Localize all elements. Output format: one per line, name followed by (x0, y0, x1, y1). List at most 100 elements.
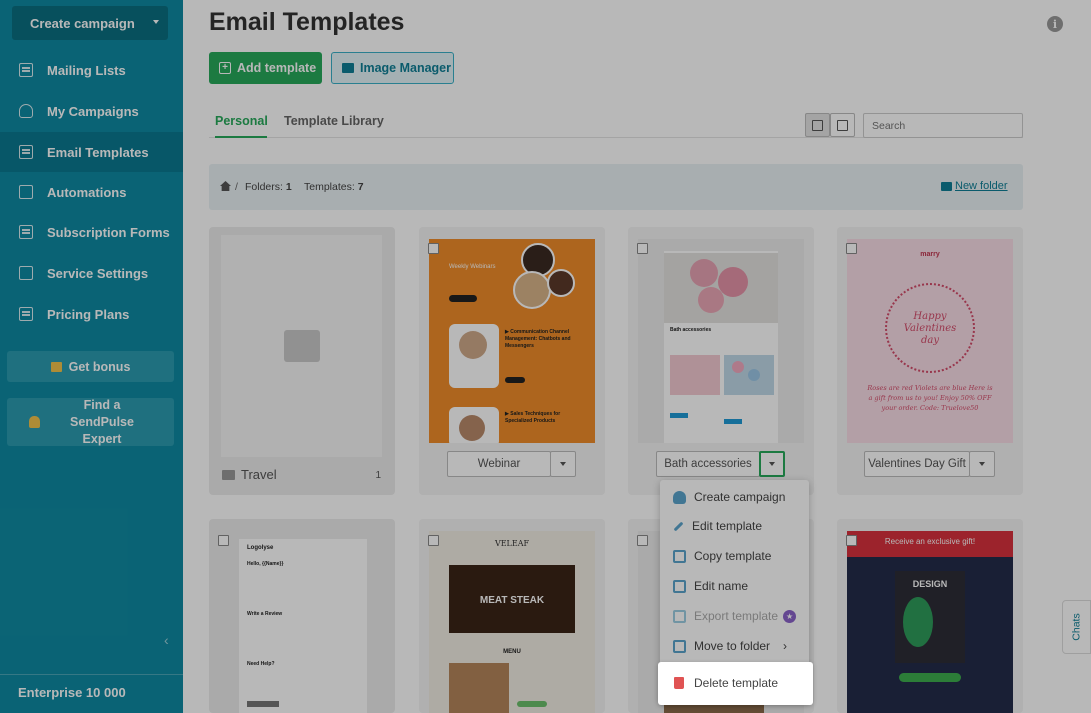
menu-item-label: Move to folder (694, 639, 771, 653)
tab-template-library[interactable]: Template Library (284, 114, 384, 128)
select-checkbox[interactable] (218, 535, 229, 546)
trash-icon (674, 677, 684, 689)
new-folder-icon (941, 181, 952, 191)
automation-icon (19, 185, 33, 199)
template-options-button[interactable] (969, 451, 995, 477)
sidebar-item-label: Service Settings (47, 265, 149, 281)
menu-item-label: Delete template (694, 676, 779, 690)
menu-item-move-to-folder[interactable]: Move to folder › (660, 631, 809, 661)
sidebar-divider (0, 674, 183, 675)
select-checkbox[interactable] (428, 243, 439, 254)
grid-icon (812, 119, 823, 131)
template-name-button[interactable]: Bath accessories (656, 451, 760, 477)
template-card-valentines: marry Happy Valentines day Roses are red… (837, 227, 1023, 495)
select-checkbox[interactable] (846, 535, 857, 546)
create-campaign-button[interactable]: Create campaign (12, 6, 168, 40)
template-options-button[interactable] (550, 451, 576, 477)
select-checkbox[interactable] (846, 243, 857, 254)
list-icon (837, 119, 848, 131)
add-template-button[interactable]: + Add template (209, 52, 322, 84)
preview-brand: marry (920, 251, 940, 258)
chats-label: Chats (1070, 613, 1083, 641)
folder-name: Travel (241, 467, 277, 482)
image-manager-label: Image Manager (360, 61, 452, 75)
pricing-icon (19, 307, 33, 321)
template-name-button[interactable]: Valentines Day Gift (864, 451, 970, 477)
get-bonus-label: Get bonus (68, 359, 131, 374)
menu-item-export-template[interactable]: Export template ★ (660, 601, 809, 631)
menu-item-edit-template[interactable]: Edit template (660, 511, 809, 541)
home-icon[interactable] (220, 181, 231, 191)
sidebar-item-pricing-plans[interactable]: Pricing Plans (0, 294, 183, 334)
template-card-bath-accessories: Bath accessories Bath accessories (628, 227, 814, 495)
sidebar-item-email-templates[interactable]: Email Templates (0, 132, 183, 172)
preview-heading: Hello, {{Name}} (247, 561, 284, 567)
new-folder-link[interactable]: New folder (941, 180, 1008, 192)
collapse-sidebar-icon[interactable]: ‹ (164, 632, 169, 648)
caret-down-icon (979, 462, 985, 466)
preview-heading: Receive an exclusive gift! (884, 537, 976, 546)
person-icon (29, 416, 40, 428)
preview-text: Roses are red Violets are blue Here is a… (867, 384, 993, 412)
list-view-button[interactable] (830, 113, 855, 137)
templates-count: Templates: 7 (304, 181, 364, 193)
sidebar-item-subscription-forms[interactable]: Subscription Forms (0, 212, 183, 252)
campaign-icon (19, 104, 33, 118)
sidebar-item-label: Subscription Forms (47, 224, 170, 240)
preview-text: Need Help? (247, 661, 275, 667)
sidebar-item-label: Email Templates (47, 144, 149, 160)
delete-template-row[interactable]: Delete template (658, 668, 807, 698)
mailing-list-icon (19, 63, 33, 77)
template-card-webinar: Weekly Webinars ▶ Communication Channel … (419, 227, 605, 495)
preview-text: DESIGN (912, 579, 948, 589)
folder-count: 1 (375, 470, 381, 481)
tab-personal[interactable]: Personal (215, 114, 268, 128)
sidebar-item-mailing-lists[interactable]: Mailing Lists (0, 50, 183, 90)
template-options-button[interactable] (759, 451, 785, 477)
sidebar-item-my-campaigns[interactable]: My Campaigns (0, 91, 183, 131)
template-preview[interactable]: Bath accessories (638, 239, 804, 443)
template-card-design: Receive an exclusive gift! DESIGN (837, 519, 1023, 713)
folder-icon (283, 330, 320, 362)
menu-item-edit-name[interactable]: Edit name (660, 571, 809, 601)
template-preview[interactable]: Logolyse Hello, {{Name}} Write a Review … (219, 531, 385, 713)
template-name-button[interactable]: Webinar (447, 451, 551, 477)
search-input[interactable] (863, 113, 1023, 138)
preview-heading: Weekly Webinars (449, 264, 496, 270)
premium-star-icon: ★ (783, 609, 797, 623)
select-checkbox[interactable] (637, 243, 648, 254)
menu-item-label: Copy template (694, 549, 772, 563)
folder-icon (342, 63, 354, 73)
template-preview[interactable]: Receive an exclusive gift! DESIGN (847, 531, 1013, 713)
sidebar-item-automations[interactable]: Automations (0, 172, 183, 212)
menu-item-create-campaign[interactable]: Create campaign (660, 482, 809, 512)
folder-small-icon (222, 470, 235, 480)
sidebar-item-label: My Campaigns (47, 103, 139, 119)
template-preview[interactable]: Weekly Webinars ▶ Communication Channel … (429, 239, 595, 443)
form-icon (19, 225, 33, 239)
template-preview[interactable]: marry Happy Valentines day Roses are red… (847, 239, 1013, 443)
select-checkbox[interactable] (428, 535, 439, 546)
grid-view-button[interactable] (805, 113, 830, 137)
active-tab-indicator (215, 136, 267, 138)
preview-logo: Logolyse (247, 545, 274, 551)
select-checkbox[interactable] (637, 535, 648, 546)
template-card-review: Logolyse Hello, {{Name}} Write a Review … (209, 519, 395, 713)
page-title: Email Templates (209, 8, 405, 36)
folder-card[interactable]: Travel 1 (209, 227, 395, 495)
find-expert-button[interactable]: Find a SendPulse Expert (7, 398, 174, 446)
menu-item-delete-template[interactable]: Delete template (658, 662, 813, 705)
export-icon (673, 609, 686, 623)
caret-down-icon[interactable] (153, 20, 159, 24)
info-icon[interactable]: i (1047, 16, 1063, 32)
chats-button[interactable]: Chats (1062, 600, 1091, 654)
template-preview[interactable]: VELEAF MEAT STEAK MENU (429, 531, 595, 713)
gift-icon (50, 361, 62, 372)
menu-item-copy-template[interactable]: Copy template (660, 541, 809, 571)
sidebar-item-service-settings[interactable]: Service Settings (0, 253, 183, 293)
folder-preview (221, 235, 382, 457)
preview-logo: VELEAF (494, 539, 530, 548)
menu-item-label: Edit name (694, 579, 749, 593)
get-bonus-button[interactable]: Get bonus (7, 351, 174, 382)
image-manager-button[interactable]: Image Manager (331, 52, 454, 84)
